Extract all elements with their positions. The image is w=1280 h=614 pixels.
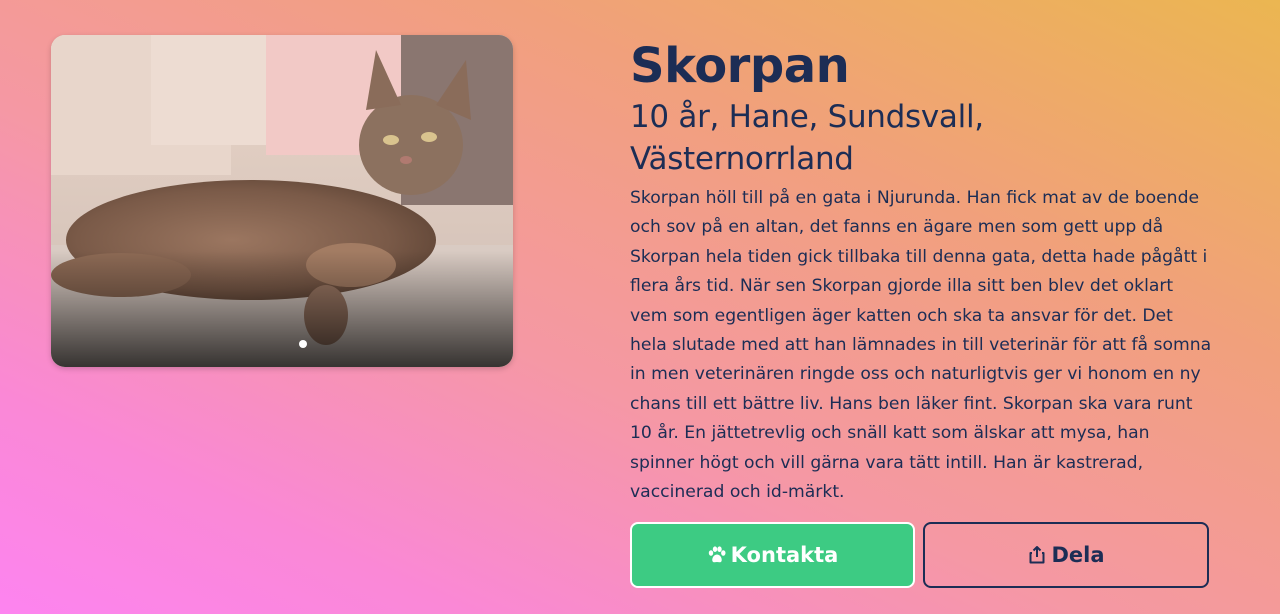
- pet-description: Skorpan höll till på en gata i Njurunda.…: [630, 188, 1212, 503]
- share-button-label: Dela: [1051, 543, 1105, 567]
- pet-photo-carousel[interactable]: [51, 35, 513, 367]
- paw-icon: [708, 546, 726, 563]
- share-button[interactable]: Dela: [923, 522, 1209, 588]
- pet-meta: 10 år, Hane, Sundsvall, Västernorrland: [630, 99, 984, 177]
- contact-button-label: Kontakta: [730, 543, 839, 567]
- share-icon: [1029, 546, 1045, 564]
- pet-info: Skorpan 10 år, Hane, Sundsvall, Västerno…: [630, 38, 1215, 507]
- pet-name: Skorpan: [630, 38, 850, 94]
- carousel-dot-active[interactable]: [299, 340, 307, 348]
- cat-photo: [51, 35, 513, 367]
- contact-button[interactable]: Kontakta: [630, 522, 915, 588]
